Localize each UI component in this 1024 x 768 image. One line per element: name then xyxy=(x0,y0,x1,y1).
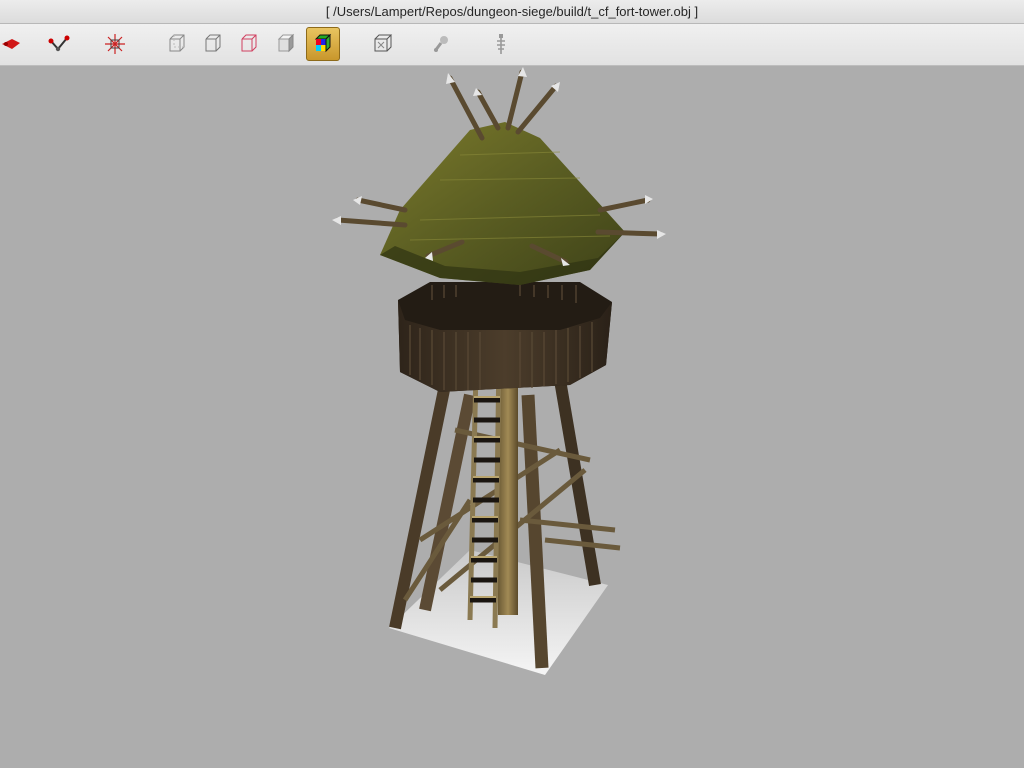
vertex-edit-button[interactable] xyxy=(42,27,76,61)
wireframe-colored-button[interactable] xyxy=(232,27,266,61)
bounding-box-icon xyxy=(374,34,393,52)
hidden-line-icon xyxy=(205,34,221,52)
solid-shading-icon xyxy=(277,33,295,53)
platform xyxy=(398,282,612,392)
leg xyxy=(554,378,601,587)
wireframe-colored-icon xyxy=(241,34,257,52)
skeleton-icon xyxy=(497,34,505,54)
move-light-icon xyxy=(2,39,20,49)
tower-model xyxy=(332,67,666,675)
hidden-line-button[interactable] xyxy=(196,27,230,61)
move-light-button[interactable] xyxy=(0,27,28,61)
solid-shading-button[interactable] xyxy=(269,27,303,61)
window-title: [ /Users/Lampert/Repos/dungeon-siege/bui… xyxy=(0,0,1024,24)
texture-shading-icon xyxy=(314,33,332,53)
bounding-box-button[interactable] xyxy=(365,27,399,61)
vertex-normals-button[interactable] xyxy=(98,27,132,61)
roof xyxy=(380,122,625,285)
toolbar xyxy=(0,24,1024,66)
lighting-button[interactable] xyxy=(425,27,459,61)
vertex-edit-icon xyxy=(48,35,70,52)
skeleton-button[interactable] xyxy=(484,27,518,61)
wireframe-button[interactable] xyxy=(160,27,194,61)
texture-shading-button[interactable] xyxy=(306,27,340,61)
vertex-normals-icon xyxy=(105,34,125,54)
3d-viewport[interactable] xyxy=(0,66,1024,768)
lighting-icon xyxy=(433,36,448,52)
wireframe-icon xyxy=(169,34,185,52)
